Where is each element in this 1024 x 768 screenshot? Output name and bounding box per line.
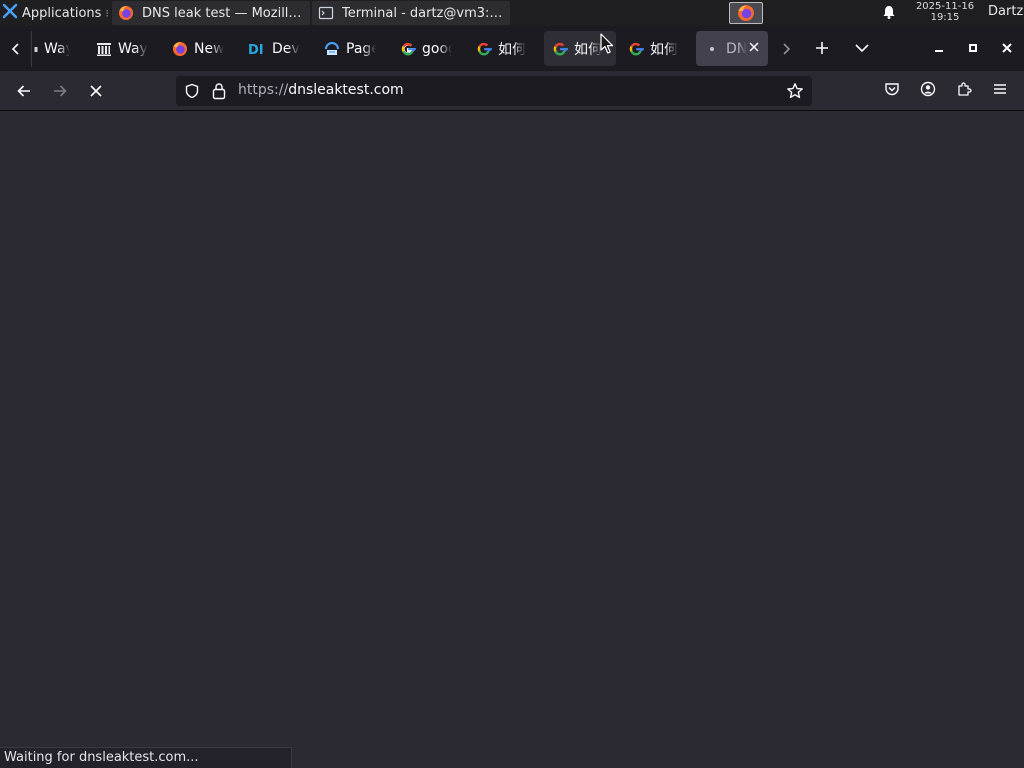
tab-title: goog — [422, 40, 452, 57]
os-top-panel: Applications ⁝ DNS leak test — Mozilla..… — [0, 0, 1024, 26]
clock-time: 19:15 — [930, 12, 960, 23]
new-tab-button[interactable] — [808, 32, 836, 64]
menu-separator-icon: ⁝ — [105, 6, 109, 20]
google-icon — [552, 41, 568, 57]
maximize-window-button[interactable] — [960, 34, 986, 62]
tab-wayback-2[interactable]: Wayl — [88, 31, 156, 66]
taskbar-terminal-label: Terminal - dartz@vm3: ... — [342, 5, 504, 21]
tab-title: 如何 — [650, 41, 678, 58]
secure-lock-icon[interactable] — [211, 82, 227, 104]
terminal-icon — [318, 5, 334, 21]
di-icon: DI — [248, 41, 266, 57]
svg-text:DI: DI — [248, 43, 264, 57]
tab-title: Wayl — [44, 40, 70, 57]
back-button[interactable] — [8, 75, 40, 107]
url-scheme: https:// — [238, 82, 289, 98]
taskbar-firefox-label: DNS leak test — Mozilla... — [142, 5, 304, 21]
navigation-toolbar: https://dnsleaktest.com — [0, 71, 1024, 111]
google-icon — [628, 41, 644, 57]
archive-icon — [96, 41, 112, 57]
xfce-logo-icon — [2, 3, 18, 23]
google-icon — [476, 41, 492, 57]
tab-title: 如何 — [498, 41, 526, 58]
url-host: dnsleaktest.com — [288, 82, 404, 98]
pocket-icon — [884, 81, 900, 101]
notification-bell-icon[interactable] — [881, 4, 897, 24]
extensions-button[interactable] — [948, 75, 980, 107]
applications-label: Applications — [22, 5, 102, 21]
scroll-tabs-right-button[interactable] — [774, 34, 798, 64]
minimize-window-button[interactable] — [926, 34, 952, 62]
url-bar[interactable]: https://dnsleaktest.com — [176, 76, 812, 106]
tab-google-3[interactable]: 如何 — [620, 31, 688, 66]
status-panel: Waiting for dnsleaktest.com... — [0, 747, 292, 768]
clock-date: 2025-11-16 — [915, 1, 975, 12]
tab-title: Devi — [272, 40, 300, 57]
clock[interactable]: 2025-11-16 19:15 — [905, 1, 985, 23]
tab-google-1[interactable]: 如何 — [468, 31, 536, 66]
page-content-area[interactable] — [0, 112, 1024, 768]
applications-menu[interactable]: Applications ⁝ — [0, 0, 112, 26]
tab-title: New — [194, 40, 224, 57]
tracking-protection-shield-icon[interactable] — [184, 83, 200, 103]
forward-button[interactable] — [44, 75, 76, 107]
tab-page[interactable]: Page — [316, 31, 384, 66]
firefox-icon — [172, 41, 188, 57]
tab-google-search[interactable]: goog — [392, 31, 460, 66]
taskbar-terminal-window[interactable]: Terminal - dartz@vm3: ... — [312, 1, 510, 25]
account-icon — [920, 81, 936, 101]
google-icon — [400, 41, 416, 57]
tab-title: DN — [726, 40, 748, 57]
taskbar-firefox-window[interactable]: DNS leak test — Mozilla... — [112, 1, 310, 25]
url-text[interactable]: https://dnsleaktest.com — [238, 82, 404, 98]
tab-devices[interactable]: DI Devi — [240, 31, 308, 66]
puzzle-icon — [956, 81, 972, 101]
tab-bar: Wayl Wayl New DI Devi — [0, 26, 1024, 71]
app-menu-button[interactable] — [984, 75, 1016, 107]
stop-loading-button[interactable] — [80, 75, 112, 107]
account-button[interactable] — [912, 75, 944, 107]
tray-firefox-icon[interactable] — [729, 2, 763, 24]
tab-wayback-1[interactable]: Wayl — [28, 31, 78, 66]
pocket-button[interactable] — [876, 75, 908, 107]
bookmark-star-icon[interactable] — [786, 82, 804, 104]
close-window-button[interactable] — [994, 34, 1020, 62]
tab-dns-leak-test[interactable]: DN — [696, 31, 768, 66]
loading-dot-icon — [704, 41, 720, 57]
tab-title: 如何 — [574, 41, 602, 58]
tab-title: Page — [346, 40, 376, 57]
tab-title: Wayl — [118, 40, 148, 57]
firefox-icon — [118, 5, 134, 21]
tab-new-tab[interactable]: New — [164, 31, 232, 66]
page-icon — [324, 41, 340, 57]
list-all-tabs-button[interactable] — [848, 32, 876, 64]
hamburger-menu-icon — [992, 81, 1008, 101]
user-menu[interactable]: Dartz — [988, 4, 1023, 19]
mouse-pointer-icon — [600, 33, 614, 59]
close-tab-icon[interactable] — [748, 41, 760, 57]
wayback-icon — [30, 41, 38, 57]
